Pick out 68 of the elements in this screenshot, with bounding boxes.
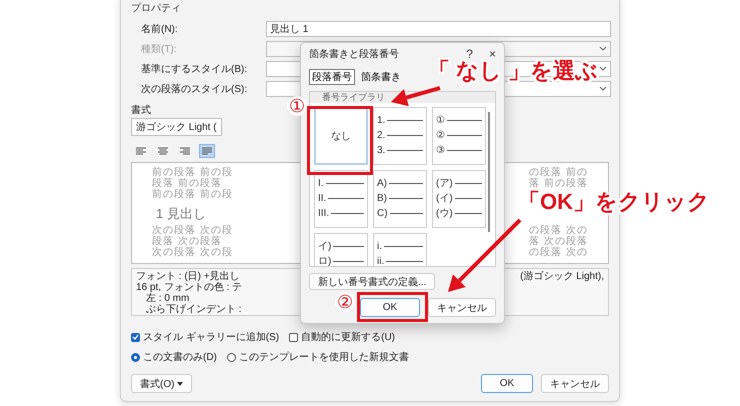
caret-icon <box>599 66 607 72</box>
preview-text: 前の段落 前の段 <box>152 167 233 178</box>
format-option[interactable]: 1. 2. 3. <box>373 107 427 165</box>
checkbox-label: 自動的に更新する(U) <box>301 330 395 344</box>
description-text: ぶら下げインデント : <box>146 304 242 315</box>
preview-text: 落 次の段落 <box>529 236 588 247</box>
align-button[interactable] <box>199 144 215 158</box>
tab[interactable]: 箇条書き <box>358 69 404 85</box>
description-text: 16 pt, フォントの色 : テ <box>136 282 242 293</box>
gallery-title: 番号ライブラリ <box>310 92 495 103</box>
format-button[interactable]: 書式(O) <box>131 374 192 393</box>
close-button[interactable]: × <box>488 47 496 61</box>
preview-text: の段落 次の <box>529 247 588 258</box>
radio-label: この文書のみ(D) <box>143 350 217 364</box>
radio-button[interactable] <box>226 352 236 362</box>
dialog-title: 箇条書きと段落番号 <box>309 48 399 61</box>
highlight-frame <box>307 106 373 175</box>
cancel-button[interactable]: キャンセル <box>541 374 609 393</box>
font-dropdown[interactable]: 游ゴシック Light ( <box>131 118 222 136</box>
checkbox[interactable] <box>289 332 298 342</box>
field-label: 種類(T): <box>141 42 177 56</box>
field-label: 基準にするスタイル(B): <box>141 62 248 76</box>
format-option[interactable]: A) B) C) <box>373 170 427 228</box>
preview-text: 次の段落 次の段 <box>152 247 233 258</box>
checkbox[interactable] <box>131 332 140 342</box>
caret-icon <box>177 382 184 386</box>
format-option[interactable]: ① ② ③ <box>432 107 486 165</box>
field-label: 次の段落のスタイル(S): <box>141 82 248 96</box>
description-text: (游ゴシック Light), <box>520 271 604 282</box>
text-align-icon <box>136 147 146 155</box>
radio-button[interactable] <box>131 352 140 362</box>
caret-icon <box>599 46 607 52</box>
text-align-icon <box>202 147 212 155</box>
caret-icon <box>599 86 607 92</box>
preview-text: 段落 前の段落 <box>152 178 222 189</box>
text-align-icon <box>180 147 190 155</box>
cancel-button[interactable]: キャンセル <box>428 298 496 317</box>
callout-text: 「OK」をクリック <box>518 190 710 214</box>
group-title: プロパティ <box>131 2 181 15</box>
preview-heading: 1 見出し <box>156 206 206 221</box>
format-option[interactable]: (ア) (イ) (ウ) <box>432 170 486 228</box>
preview-text: 前の段落 前の段 <box>152 189 233 200</box>
preview-text: 段落 次の段落 <box>152 236 222 247</box>
preview-text: の段落 前の <box>529 167 588 178</box>
section-title: 書式 <box>131 104 151 115</box>
field-label: 名前(N): <box>141 23 178 36</box>
format-option[interactable]: I. II. III. <box>314 170 368 228</box>
help-button[interactable]: ? <box>466 47 473 61</box>
text-align-icon <box>158 147 168 155</box>
preview-text: 落 前の段落 <box>529 178 588 189</box>
format-option[interactable]: i. ii. <box>373 233 427 266</box>
checkbox-label: スタイル ギャラリーに追加(S) <box>143 330 280 344</box>
format-option[interactable]: なし <box>314 107 368 165</box>
preview-text: の段落 次の <box>529 225 588 236</box>
tab[interactable]: 段落番号 <box>309 69 355 85</box>
input-field[interactable]: 見出し 1 <box>266 21 611 37</box>
format-option[interactable]: イ) ロ) <box>314 233 368 266</box>
arrow <box>391 86 441 106</box>
description-text: フォント : (日) +見出し <box>136 271 240 282</box>
description-text: 左 : 0 mm <box>146 293 190 304</box>
define-format-button[interactable]: 新しい番号書式の定義... <box>309 273 436 290</box>
scrollbar[interactable] <box>488 112 490 232</box>
preview-text: 次の段落 次の段 <box>152 225 233 236</box>
ok-button[interactable]: OK <box>360 298 420 317</box>
highlight-frame <box>357 292 428 322</box>
ok-button[interactable]: OK <box>481 374 533 393</box>
callout-text: 「 なし 」を選ぶ <box>428 58 598 84</box>
radio-label: このテンプレートを使用した新規文書 <box>238 350 409 364</box>
